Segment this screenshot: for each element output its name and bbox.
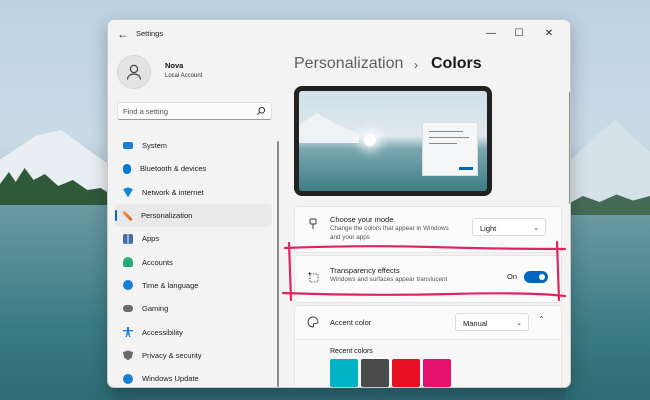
transparency-card: Transparency effects Windows and surface… [294,255,562,303]
user-profile[interactable]: Nova Local Account [117,55,202,89]
mode-title: Choose your mode [330,215,394,224]
color-swatch[interactable] [392,359,420,387]
minimize-button[interactable]: — [480,24,502,42]
globe-clock-icon [123,280,133,291]
mode-dropdown[interactable]: Light ⌄ [472,218,546,236]
color-swatch[interactable] [330,359,358,387]
breadcrumb-parent[interactable]: Personalization [294,55,403,73]
transparency-title: Transparency effects [330,266,400,275]
monitor-icon [123,142,133,150]
mode-description: Change the colors that appear in Windows… [330,225,449,241]
sparkle-icon [307,271,319,283]
accessibility-icon [123,327,133,338]
search-input[interactable]: Find a setting [117,102,272,120]
bluetooth-icon [123,163,131,174]
color-swatch[interactable] [361,359,389,387]
main-scrollbar[interactable] [569,92,570,204]
sidebar-item-network[interactable]: Network & internet [115,181,272,204]
sidebar-item-label: Network & internet [142,187,204,197]
transparency-description: Windows and surfaces appear translucent [330,276,448,283]
sidebar-item-label: Time & language [142,280,199,290]
accent-title: Accent color [330,318,372,327]
sidebar-item-label: Personalization [141,211,193,221]
sidebar-item-bluetooth[interactable]: Bluetooth & devices [115,157,272,180]
sidebar-nav: System Bluetooth & devices Network & int… [115,134,272,387]
search-placeholder: Find a setting [123,107,169,116]
title-bar: ← Settings — ☐ ✕ [108,20,570,47]
avatar [117,55,151,89]
preview-window [422,122,478,176]
apps-icon [123,233,133,244]
palette-icon [307,316,319,328]
person-icon [126,64,142,80]
sidebar-item-label: Accessibility [142,327,183,337]
recent-colors-label: Recent colors [330,348,373,355]
sidebar-item-accessibility[interactable]: Accessibility [115,320,272,343]
sidebar-item-label: System [142,141,168,151]
sidebar-item-label: Gaming [142,304,169,314]
back-arrow-icon[interactable]: ← [116,27,130,41]
color-swatch[interactable] [423,359,451,387]
mode-dropdown-value: Light [480,224,497,233]
preview-wallpaper [299,91,487,191]
transparency-state-label: On [507,272,518,281]
sidebar-item-accounts[interactable]: Accounts [115,250,272,273]
mode-card: Choose your mode Change the colors that … [294,206,562,253]
transparency-toggle[interactable] [524,271,548,283]
chevron-up-icon[interactable]: ⌃ [538,315,545,324]
maximize-button[interactable]: ☐ [508,24,530,42]
sidebar-item-apps[interactable]: Apps [115,227,272,250]
window-title: Settings [136,29,164,38]
person-icon [123,257,133,268]
search-icon [256,106,266,116]
sidebar-item-windows-update[interactable]: Windows Update [115,367,272,387]
desktop-wallpaper-right [566,0,650,400]
shield-icon [123,350,133,361]
theme-preview [294,86,492,196]
chevron-down-icon: ⌄ [533,225,539,232]
account-type: Local Account [165,73,203,79]
accent-dropdown-value: Manual [463,319,488,328]
sidebar-item-privacy-security[interactable]: Privacy & security [115,344,272,367]
breadcrumb-separator: › [414,58,418,72]
gamepad-icon [123,305,133,313]
accent-expanded-area: Recent colors [295,339,561,387]
settings-window: ← Settings — ☐ ✕ Nova Local Account Find… [107,19,571,388]
accent-card: Accent color Manual ⌄ ⌃ Recent colors [294,305,562,387]
sidebar-item-personalization[interactable]: Personalization [115,203,272,228]
user-name: Nova [165,61,184,70]
sidebar-item-label: Windows Update [142,374,199,384]
chevron-down-icon: ⌄ [516,320,522,327]
sidebar-item-label: Privacy & security [142,350,202,360]
sidebar-item-label: Apps [142,234,160,244]
sidebar-item-gaming[interactable]: Gaming [115,297,272,320]
sidebar-item-label: Bluetooth & devices [140,164,207,174]
sidebar-item-system[interactable]: System [115,134,272,157]
brush-icon [122,210,133,221]
page-title: Colors [431,55,482,72]
brush-icon [309,218,317,229]
toggle-knob [539,274,545,280]
preview-accent-button [459,167,473,170]
desktop-wallpaper-left [0,0,112,400]
update-icon [123,373,133,384]
close-button[interactable]: ✕ [538,24,560,42]
sidebar-scrollbar[interactable] [277,141,279,387]
wifi-icon [123,187,133,198]
sidebar-item-label: Accounts [142,257,173,267]
sidebar-item-time-language[interactable]: Time & language [115,274,272,297]
accent-dropdown[interactable]: Manual ⌄ [455,313,529,331]
